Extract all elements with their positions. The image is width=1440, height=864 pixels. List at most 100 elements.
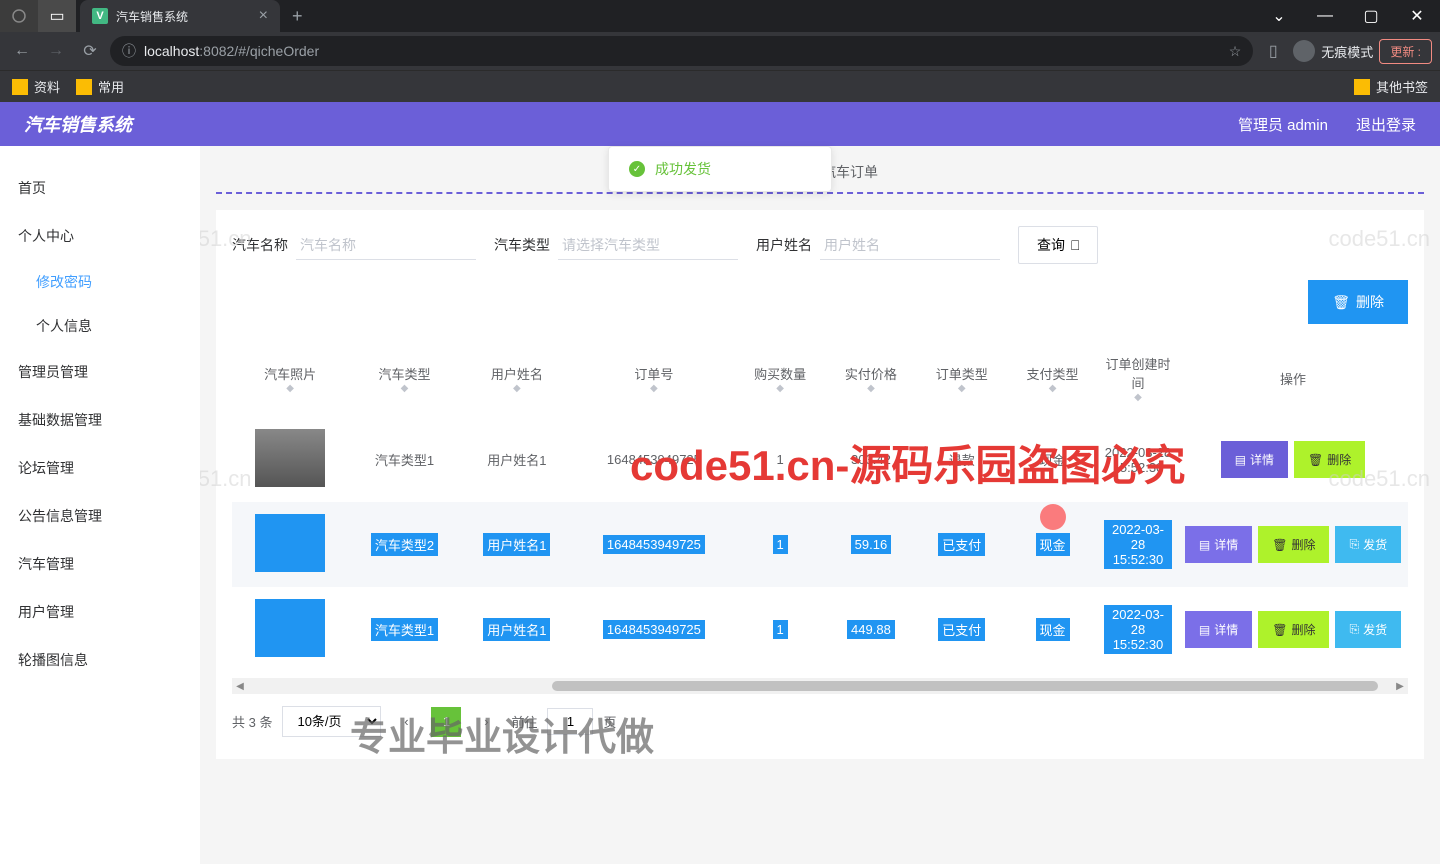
page-size-select[interactable]: 10条/页 bbox=[282, 706, 381, 737]
check-icon: ✓ bbox=[629, 161, 645, 177]
col-user[interactable]: 用户姓名◆ bbox=[461, 340, 573, 417]
sort-icon: ◆ bbox=[922, 383, 1001, 394]
ship-button[interactable]: ⎘发货 bbox=[1335, 526, 1401, 563]
page-number[interactable]: 1 bbox=[431, 707, 461, 737]
menu-forum[interactable]: 论坛管理 bbox=[0, 444, 200, 492]
menu-user[interactable]: 用户管理 bbox=[0, 588, 200, 636]
search-user-label: 用户姓名 bbox=[756, 235, 812, 255]
delete-button[interactable]: 🗑删除 bbox=[1258, 526, 1329, 563]
cell-pay: 现金 bbox=[1007, 587, 1098, 672]
other-bookmarks[interactable]: 其他书签 bbox=[1354, 77, 1428, 96]
trash-icon: 🗑 bbox=[1332, 294, 1350, 311]
col-type[interactable]: 汽车类型◆ bbox=[348, 340, 460, 417]
scroll-thumb[interactable] bbox=[552, 681, 1378, 691]
menu-personal-info[interactable]: 个人信息 bbox=[0, 304, 200, 348]
col-qty[interactable]: 购买数量◆ bbox=[735, 340, 826, 417]
sort-icon: ◆ bbox=[579, 383, 729, 394]
sort-icon: ◆ bbox=[354, 383, 454, 394]
incognito-icon bbox=[1293, 40, 1315, 62]
menu-basic-data[interactable]: 基础数据管理 bbox=[0, 396, 200, 444]
close-icon[interactable]: × bbox=[259, 7, 268, 25]
cursor-highlight bbox=[1040, 504, 1066, 530]
window-controls: ⌄ — ▢ ✕ bbox=[1256, 0, 1440, 32]
menu-notice[interactable]: 公告信息管理 bbox=[0, 492, 200, 540]
detail-button[interactable]: ▤详情 bbox=[1185, 526, 1252, 563]
bookmark-1[interactable]: 资料 bbox=[12, 77, 60, 96]
back-button[interactable]: ← bbox=[8, 37, 36, 65]
cell-price: 449.88 bbox=[826, 587, 917, 672]
order-table: 汽车照片◆ 汽车类型◆ 用户姓名◆ 订单号◆ 购买数量◆ 实付价格◆ 订单类型◆… bbox=[232, 340, 1408, 672]
detail-button[interactable]: ▤详情 bbox=[1185, 611, 1252, 648]
url-bar[interactable]: ⓘ localhost:8082/#/qicheOrder ☆ bbox=[110, 36, 1253, 66]
search-icon: ⎕ bbox=[1071, 237, 1079, 254]
col-status[interactable]: 订单类型◆ bbox=[916, 340, 1007, 417]
browser-tab[interactable]: V 汽车销售系统 × bbox=[80, 0, 280, 32]
cell-type: 汽车类型1 bbox=[348, 587, 460, 672]
cell-qty: 1 bbox=[735, 587, 826, 672]
prev-page-button[interactable]: ‹ bbox=[391, 707, 421, 737]
doc-icon: ▤ bbox=[1199, 538, 1210, 552]
delete-button[interactable]: 🗑删除 bbox=[1258, 611, 1329, 648]
cell-type: 汽车类型2 bbox=[348, 502, 460, 587]
cell-type: 汽车类型1 bbox=[348, 417, 460, 502]
bulk-delete-button[interactable]: 🗑删除 bbox=[1308, 280, 1408, 324]
col-pay[interactable]: 支付类型◆ bbox=[1007, 340, 1098, 417]
horizontal-scrollbar[interactable]: ◀ ▶ bbox=[232, 678, 1408, 694]
menu-home[interactable]: 首页 bbox=[0, 164, 200, 212]
forward-button[interactable]: → bbox=[42, 37, 70, 65]
search-type-label: 汽车类型 bbox=[494, 235, 550, 255]
col-price[interactable]: 实付价格◆ bbox=[826, 340, 917, 417]
minimize-button[interactable]: — bbox=[1302, 0, 1348, 32]
star-icon[interactable]: ☆ bbox=[1229, 43, 1242, 60]
search-type-select[interactable] bbox=[558, 231, 738, 260]
next-page-button[interactable]: › bbox=[471, 707, 501, 737]
menu-personal[interactable]: 个人中心 bbox=[0, 212, 200, 260]
cell-time: 2022-03-28 15:52:30 bbox=[1098, 417, 1178, 502]
cell-order: 1648453949725 bbox=[573, 502, 735, 587]
scroll-right-icon[interactable]: ▶ bbox=[1392, 678, 1408, 694]
col-order[interactable]: 订单号◆ bbox=[573, 340, 735, 417]
chevron-down-icon[interactable]: ⌄ bbox=[1256, 0, 1302, 32]
reload-button[interactable]: ⟳ bbox=[76, 37, 104, 65]
sys-tab-1[interactable] bbox=[0, 0, 38, 32]
menu-carousel[interactable]: 轮播图信息 bbox=[0, 636, 200, 684]
menu-car[interactable]: 汽车管理 bbox=[0, 540, 200, 588]
sys-tab-2[interactable]: ▭ bbox=[38, 0, 76, 32]
cell-price: 59.16 bbox=[826, 502, 917, 587]
admin-label[interactable]: 管理员 admin bbox=[1238, 114, 1328, 135]
menu-admin[interactable]: 管理员管理 bbox=[0, 348, 200, 396]
update-button[interactable]: 更新 : bbox=[1379, 39, 1432, 64]
scroll-left-icon[interactable]: ◀ bbox=[232, 678, 248, 694]
extensions-icon[interactable]: ▯ bbox=[1259, 37, 1287, 65]
maximize-button[interactable]: ▢ bbox=[1348, 0, 1394, 32]
sort-icon: ◆ bbox=[467, 383, 567, 394]
search-name-input[interactable] bbox=[296, 231, 476, 260]
doc-icon: ▤ bbox=[1199, 623, 1210, 637]
table-row[interactable]: 汽车类型1 用户姓名1 1648453949725 1 449.88 已支付 现… bbox=[232, 587, 1408, 672]
search-button[interactable]: 查询⎕ bbox=[1018, 226, 1098, 264]
new-tab-button[interactable]: + bbox=[280, 6, 315, 27]
info-icon: ⓘ bbox=[122, 41, 136, 61]
sort-icon: ◆ bbox=[741, 383, 820, 394]
incognito-badge: 无痕模式 bbox=[1293, 40, 1373, 62]
url-path: :8082/#/qicheOrder bbox=[199, 43, 319, 59]
search-user-input[interactable] bbox=[820, 231, 1000, 260]
ship-button[interactable]: ⎘发货 bbox=[1335, 611, 1401, 648]
search-row: 汽车名称 汽车类型 用户姓名 查询⎕ bbox=[232, 226, 1408, 264]
table-row[interactable]: 汽车类型2 用户姓名1 1648453949725 1 59.16 已支付 现金… bbox=[232, 502, 1408, 587]
detail-button[interactable]: ▤详情 bbox=[1221, 441, 1288, 478]
toolbar: 🗑删除 bbox=[232, 280, 1408, 324]
trash-icon: 🗑 bbox=[1308, 453, 1323, 467]
menu-change-pwd[interactable]: 修改密码 bbox=[0, 260, 200, 304]
logout-link[interactable]: 退出登录 bbox=[1356, 114, 1416, 135]
success-toast: ✓ 成功发货 bbox=[608, 146, 832, 192]
table-row[interactable]: 汽车类型1 用户姓名1 1648453949725 1 303.42 退款 现金… bbox=[232, 417, 1408, 502]
delete-button[interactable]: 🗑删除 bbox=[1294, 441, 1365, 478]
col-time[interactable]: 订单创建时间◆ bbox=[1098, 340, 1178, 417]
close-button[interactable]: ✕ bbox=[1394, 0, 1440, 32]
goto-input[interactable] bbox=[547, 708, 593, 735]
table-wrap: 汽车照片◆ 汽车类型◆ 用户姓名◆ 订单号◆ 购买数量◆ 实付价格◆ 订单类型◆… bbox=[232, 340, 1408, 672]
car-image bbox=[255, 429, 325, 487]
bookmark-2[interactable]: 常用 bbox=[76, 77, 124, 96]
toast-text: 成功发货 bbox=[655, 159, 711, 179]
